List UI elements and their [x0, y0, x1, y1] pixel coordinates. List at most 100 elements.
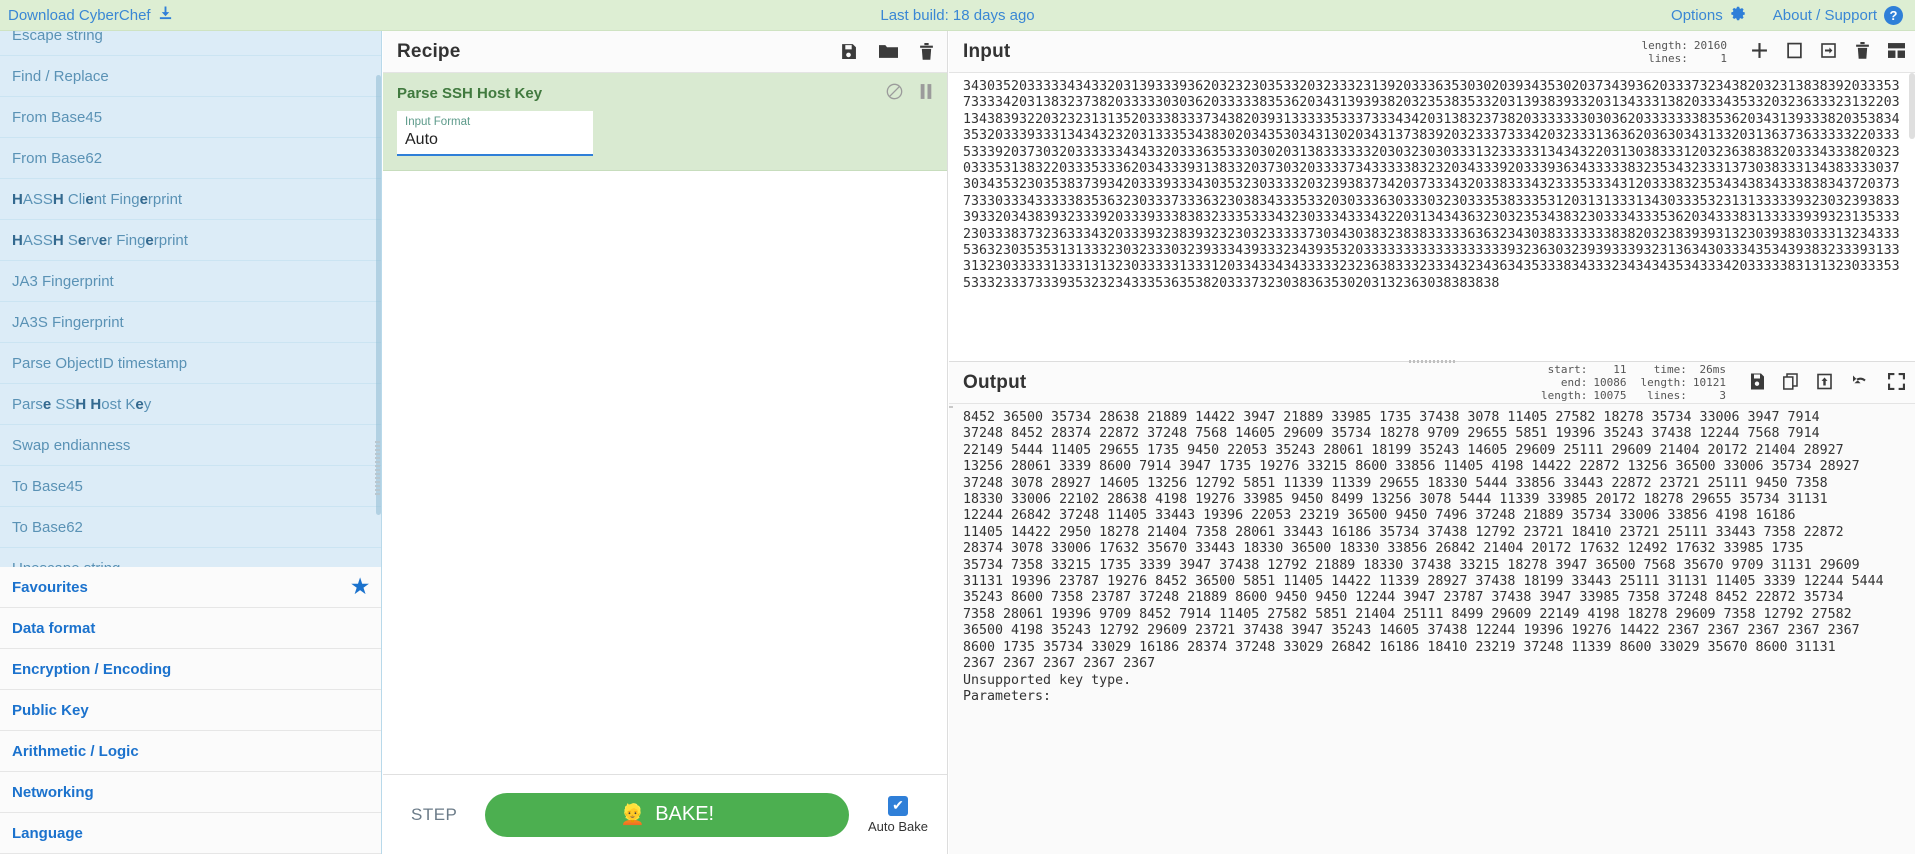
category-label: Networking	[12, 783, 94, 801]
output-header: Output start: 11 end: 10086 length: 1007…	[949, 362, 1915, 404]
bake-label: BAKE!	[655, 803, 715, 825]
download-cyberchef-link[interactable]: Download CyberChef	[8, 5, 173, 25]
operation-item[interactable]: From Base45	[0, 97, 381, 138]
about-support-label: About / Support	[1772, 6, 1877, 24]
recipe-operation-parse-ssh-host-key[interactable]: Parse SSH Host Key Input Format Auto	[383, 73, 947, 171]
category-item[interactable]: Public Key	[0, 690, 381, 731]
category-label: Data format	[12, 619, 96, 637]
output-length-value: 10121	[1692, 376, 1726, 389]
input-format-field[interactable]: Input Format Auto	[397, 111, 593, 156]
output-line: 11405 14422 2950 18278 21404 7358 28061 …	[963, 524, 1844, 540]
operation-item[interactable]: Parse SSH Host Key	[0, 384, 381, 425]
recipe-title: Recipe	[397, 40, 461, 62]
category-item[interactable]: Networking	[0, 772, 381, 813]
output-selection-length-key: length:	[1541, 389, 1588, 402]
input-format-value[interactable]: Auto	[405, 129, 585, 151]
input-header: Input length: 20160 lines: 1	[949, 31, 1915, 73]
about-support-button[interactable]: About / Support ?	[1772, 5, 1903, 25]
options-button[interactable]: Options	[1671, 5, 1747, 26]
cyberchef-app: Download CyberChef Last build: 18 days a…	[0, 0, 1915, 854]
download-icon	[158, 5, 173, 25]
output-line: 2367 2367 2367 2367 2367	[963, 656, 1156, 672]
save-recipe-icon[interactable]	[840, 43, 857, 60]
output-line: 8452 36500 35734 28638 21889 14422 3947 …	[963, 410, 1820, 425]
gear-icon	[1730, 5, 1747, 26]
auto-bake-checkbox[interactable]: ✔	[888, 795, 908, 816]
io-splitter[interactable]	[949, 357, 1915, 365]
operations-list: Escape string Find / Replace From Base45 Fr…	[0, 31, 381, 589]
bake-output-to-input-icon[interactable]	[1817, 373, 1832, 393]
clear-input-trash-icon[interactable]	[1856, 41, 1869, 62]
output-line: 22149 5444 11405 29655 1735 9450 22053 3…	[963, 442, 1844, 458]
category-item[interactable]: Data format	[0, 608, 381, 649]
operation-item[interactable]: Parse ObjectID timestamp	[0, 343, 381, 384]
options-label: Options	[1671, 6, 1723, 24]
bake-button[interactable]: 👱 BAKE!	[485, 792, 849, 837]
category-label: Favourites	[12, 578, 88, 596]
recipe-panel: Recipe Parse SSH Host Key Input Format A…	[383, 31, 948, 854]
operation-item[interactable]: HASSH Client Fingerprint	[0, 179, 381, 220]
operation-item[interactable]: To Base45	[0, 466, 381, 507]
open-file-as-input-icon[interactable]	[1787, 42, 1802, 62]
output-line: 12244 26842 37248 11405 33443 19396 2205…	[963, 508, 1796, 524]
undo-output-icon[interactable]	[1851, 373, 1869, 393]
clear-recipe-trash-icon[interactable]	[920, 43, 933, 60]
output-line: 7358 28061 19396 9709 8452 7914 11405 27…	[963, 606, 1852, 622]
last-build-wrap: Last build: 18 days ago	[0, 7, 1915, 24]
output-line: 13256 28061 3339 8600 7914 3947 1735 192…	[963, 459, 1860, 475]
question-circle-icon: ?	[1884, 5, 1903, 25]
output-stats: start: 11 end: 10086 length: 10075 time:…	[1541, 363, 1726, 402]
auto-bake-label: Auto Bake	[868, 818, 928, 834]
operation-item[interactable]: HASSH Server Fingerprint	[0, 220, 381, 261]
output-end-value: 10086	[1593, 376, 1627, 389]
category-item[interactable]: Arithmetic / Logic	[0, 731, 381, 772]
category-label: Public Key	[12, 701, 89, 719]
operations-sidebar: Escape string Find / Replace From Base45 Fr…	[0, 31, 382, 854]
save-output-icon[interactable]	[1750, 373, 1764, 393]
disable-circle-slash-icon[interactable]	[886, 83, 903, 103]
add-input-tab-icon[interactable]	[1751, 42, 1768, 62]
top-banner: Download CyberChef Last build: 18 days a…	[0, 0, 1915, 31]
operation-item[interactable]: JA3 Fingerprint	[0, 261, 381, 302]
output-line: 36500 4198 35243 12792 29609 23721 37438…	[963, 623, 1860, 639]
last-build-label: Last build: 18 days ago	[880, 6, 1035, 24]
load-recipe-folder-icon[interactable]	[879, 43, 898, 60]
operation-item[interactable]: Find / Replace	[0, 56, 381, 97]
input-textarea[interactable]: 3430352033333434332031393339362032323035…	[949, 73, 1915, 361]
input-length-value: 20160	[1693, 38, 1727, 52]
sidebar-resize-handle[interactable]	[375, 441, 380, 497]
operation-item[interactable]: Swap endianness	[0, 425, 381, 466]
category-item[interactable]: Favourites ★	[0, 567, 381, 608]
operation-item[interactable]: To Base62	[0, 507, 381, 548]
output-line: 31131 19396 23787 19276 8452 36500 5851 …	[963, 574, 1884, 590]
step-button[interactable]: STEP	[397, 799, 471, 831]
category-item[interactable]: Encryption / Encoding	[0, 649, 381, 690]
output-textarea[interactable]: 8452 36500 35734 28638 21889 14422 3947 …	[949, 404, 1915, 854]
operation-item[interactable]: JA3S Fingerprint	[0, 302, 381, 343]
recipe-drop-area[interactable]	[383, 171, 947, 774]
pause-breakpoint-icon[interactable]	[919, 83, 933, 103]
chef-emoji-icon: 👱	[620, 804, 646, 826]
input-tabs-grid-icon[interactable]	[1888, 42, 1905, 62]
copy-output-icon[interactable]	[1783, 372, 1798, 393]
recipe-controls: STEP 👱 BAKE! ✔ Auto Bake	[383, 774, 947, 854]
input-length-key: length:	[1641, 38, 1688, 52]
output-selection-length-value: 10075	[1593, 389, 1627, 402]
maximize-output-icon[interactable]	[1888, 372, 1905, 393]
auto-bake-control[interactable]: ✔ Auto Bake	[863, 795, 933, 834]
operation-item[interactable]: From Base62	[0, 138, 381, 179]
io-column: Input length: 20160 lines: 1 34303520333…	[949, 31, 1915, 854]
output-line: Parameters:	[963, 688, 1052, 704]
input-title: Input	[963, 40, 1011, 62]
output-lines-value: 3	[1719, 389, 1726, 402]
output-line: 35243 8600 7358 23787 37248 21889 8600 9…	[963, 590, 1844, 606]
operation-item[interactable]: Escape string	[0, 31, 381, 56]
output-length-key: length:	[1640, 376, 1687, 389]
input-scrollbar[interactable]	[1909, 73, 1915, 139]
star-icon: ★	[351, 576, 369, 598]
output-end-key: end:	[1560, 376, 1588, 389]
category-item[interactable]: Language	[0, 813, 381, 854]
output-line: 37248 3078 28927 14605 13256 12792 5851 …	[963, 475, 1828, 491]
input-stats: length: 20160 lines: 1	[1642, 39, 1727, 65]
open-folder-as-input-icon[interactable]	[1821, 42, 1837, 62]
